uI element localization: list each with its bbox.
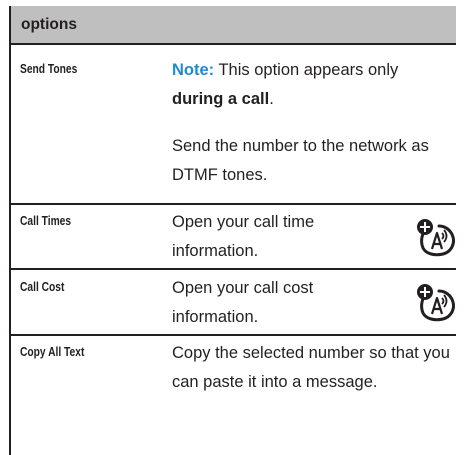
option-description-send-tones: Send the number to the network as DTMF t… — [172, 137, 429, 184]
row-divider — [9, 334, 456, 336]
row-divider — [9, 268, 456, 270]
note-label: Note: — [172, 61, 215, 79]
left-border — [9, 6, 11, 455]
network-dependent-icon — [417, 284, 455, 322]
option-description-call-cost: Open your call cost information. — [172, 279, 314, 326]
option-note: Note: This option appears only during a … — [172, 56, 454, 114]
row-divider — [9, 43, 456, 45]
network-dependent-icon — [417, 219, 455, 257]
table-header: options — [9, 6, 456, 43]
option-label-send-tones: Send Tones — [20, 62, 78, 76]
row-divider — [9, 203, 456, 205]
table-header-title: options — [21, 16, 77, 33]
note-text: This option appears only — [214, 61, 399, 79]
options-table: options Send Tones Note: This option app… — [0, 0, 464, 455]
option-label-copy-all-text: Copy All Text — [20, 345, 85, 359]
note-end: . — [269, 90, 274, 108]
option-label-call-cost: Call Cost — [20, 280, 65, 294]
option-description-copy-all-text: Copy the selected number so that you can… — [172, 344, 450, 391]
option-label-call-times: Call Times — [20, 214, 72, 228]
option-description-call-times: Open your call time information. — [172, 213, 315, 260]
note-bold-text: during a call — [172, 90, 270, 108]
